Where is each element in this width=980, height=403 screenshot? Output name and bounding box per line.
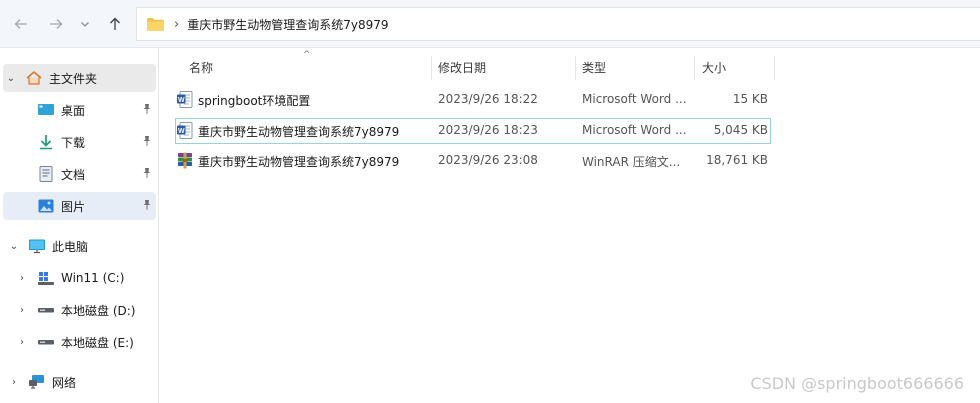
chevron-down-icon [81,22,89,27]
document-icon [37,166,55,182]
file-modified-date: 2023/9/26 18:23 [438,123,538,137]
file-size: 5,045 KB [713,123,768,137]
word-doc-icon: W [177,122,193,139]
column-divider[interactable] [774,56,775,80]
desktop-icon [37,102,55,118]
arrow-left-icon [14,19,27,29]
sidebar-item-label: Win11 (C:) [61,271,125,285]
sidebar-item-label: 网络 [52,375,77,390]
home-icon [25,70,43,86]
arrow-up-icon [110,17,120,30]
sidebar-item-drive-d[interactable]: › 本地磁盘 (D:) [3,296,156,324]
file-row[interactable]: 重庆市野生动物管理查询系统7y8979 2023/9/26 23:08 WinR… [175,148,771,174]
watermark: CSDN @springboot666666 [750,374,964,393]
svg-text:W: W [178,97,185,104]
file-modified-date: 2023/9/26 18:22 [438,92,538,106]
file-size: 18,761 KB [706,153,768,167]
pin-icon[interactable] [142,167,152,181]
sidebar-item-label: 本地磁盘 (E:) [61,335,134,350]
file-list: ^ 名称 修改日期 类型 大小 W springboot环境配置 2023/9/… [160,48,980,403]
file-type: Microsoft Word ... [582,92,687,106]
file-size: 15 KB [732,92,768,106]
sidebar-item-label: 本地磁盘 (D:) [61,303,136,318]
folder-icon [147,17,164,31]
sidebar-item-label: 下载 [61,135,86,150]
chevron-right-icon[interactable]: › [16,305,28,316]
chevron-down-icon[interactable]: ⌄ [8,241,20,252]
file-type: WinRAR 压缩文... [582,155,681,169]
sidebar-item-drive-c[interactable]: › Win11 (C:) [3,264,156,292]
column-header-size[interactable]: 大小 [694,55,774,79]
sidebar-item-network[interactable]: › 网络 [3,368,156,396]
sidebar-item-label: 图片 [61,199,86,214]
file-name: springboot环境配置 [198,94,311,108]
column-header-name[interactable]: 名称 [181,55,431,79]
drive-icon [37,302,55,318]
arrow-right-icon [50,19,63,29]
chevron-right-icon[interactable]: › [16,273,28,284]
column-header-date[interactable]: 修改日期 [430,55,575,79]
sidebar-item-documents[interactable]: 文档 [3,160,156,188]
up-button[interactable] [104,13,126,35]
navigation-pane: ⌄ 主文件夹 桌面 下载 文档 图片 ⌄ 此电脑 › Win11 (C:) › … [0,48,159,403]
pin-icon[interactable] [142,135,152,149]
file-name: 重庆市野生动物管理查询系统7y8979 [198,125,400,139]
address-bar[interactable]: › 重庆市野生动物管理查询系统7y8979 [136,7,980,41]
sidebar-item-label: 此电脑 [52,239,89,254]
sidebar-item-downloads[interactable]: 下载 [3,128,156,156]
chevron-down-icon[interactable]: ⌄ [5,73,17,84]
picture-icon [37,198,55,214]
forward-button[interactable] [45,13,67,35]
network-icon [28,374,46,390]
file-row[interactable]: W springboot环境配置 2023/9/26 18:22 Microso… [175,87,771,113]
sidebar-item-drive-e[interactable]: › 本地磁盘 (E:) [3,328,156,356]
sidebar-item-pictures[interactable]: 图片 [3,192,156,220]
sidebar-item-this-pc[interactable]: ⌄ 此电脑 [3,232,156,260]
pin-icon[interactable] [142,103,152,117]
file-type: Microsoft Word ... [582,123,687,137]
back-button[interactable] [10,13,32,35]
column-header-type[interactable]: 类型 [574,55,694,79]
computer-icon [28,238,46,254]
sidebar-item-label: 文档 [61,167,86,182]
pin-icon[interactable] [142,199,152,213]
drive-icon [37,334,55,350]
winrar-archive-icon [178,152,192,169]
address-toolbar: › 重庆市野生动物管理查询系统7y8979 [0,0,980,48]
file-name: 重庆市野生动物管理查询系统7y8979 [198,155,400,169]
windows-drive-icon [37,270,55,286]
chevron-right-icon[interactable]: › [8,377,20,388]
breadcrumb-current-folder[interactable]: 重庆市野生动物管理查询系统7y8979 [187,16,388,33]
breadcrumb-separator: › [174,16,180,32]
download-icon [37,134,55,150]
sidebar-item-label: 主文件夹 [49,71,98,86]
recent-locations-button[interactable] [76,13,94,35]
sidebar-item-label: 桌面 [61,103,86,118]
sidebar-item-home[interactable]: ⌄ 主文件夹 [3,64,156,92]
sidebar-item-desktop[interactable]: 桌面 [3,96,156,124]
file-row[interactable]: W 重庆市野生动物管理查询系统7y8979 2023/9/26 18:23 Mi… [175,118,771,144]
svg-text:W: W [178,128,185,135]
chevron-right-icon[interactable]: › [16,337,28,348]
file-modified-date: 2023/9/26 23:08 [438,153,538,167]
word-doc-icon: W [177,91,193,108]
